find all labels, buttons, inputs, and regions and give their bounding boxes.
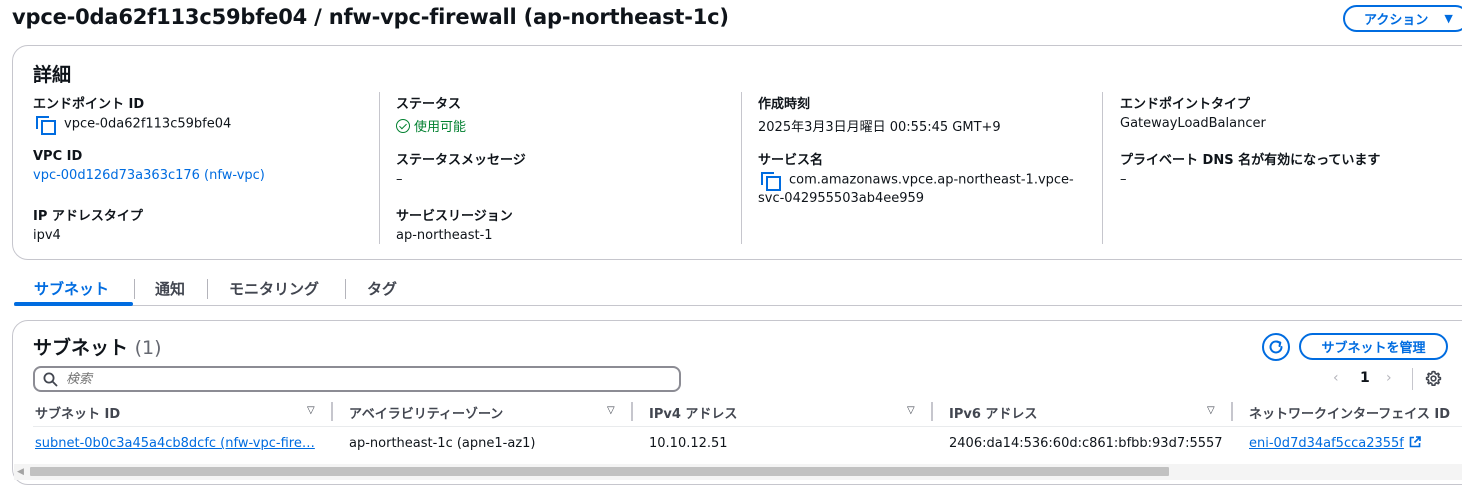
tab-monitoring[interactable]: モニタリング xyxy=(229,278,319,299)
details-heading: 詳細 xyxy=(33,64,72,86)
search-input[interactable] xyxy=(66,371,626,387)
search-box[interactable] xyxy=(33,366,681,392)
tab-notifications[interactable]: 通知 xyxy=(155,278,185,299)
ip-type-field: IP アドレスタイプ ipv4 xyxy=(33,205,143,243)
sort-caret-icon[interactable]: ▽ xyxy=(607,405,615,416)
ipv6-cell: 2406:da14:536:60d:c861:bfbb:93d7:5557 xyxy=(949,436,1223,451)
service-name-value-line2: svc-042955503ab4ee959 xyxy=(758,191,925,206)
manage-subnets-button[interactable]: サブネットを管理 xyxy=(1299,333,1448,360)
tab-separator xyxy=(345,279,346,299)
scroll-left-arrow-icon[interactable]: ◀ xyxy=(17,467,24,477)
search-icon xyxy=(43,372,58,386)
column-resizer[interactable] xyxy=(331,402,333,421)
scrollbar-thumb[interactable] xyxy=(30,467,1169,476)
service-region-label: サービスリージョン xyxy=(396,209,513,224)
column-header-subnet-id[interactable]: サブネット ID xyxy=(35,403,120,422)
status-value: 使用可能 xyxy=(414,120,467,135)
caret-down-icon: ▼ xyxy=(1444,12,1453,25)
column-header-ipv4[interactable]: IPv4 アドレス xyxy=(649,403,737,422)
private-dns-value: – xyxy=(1120,172,1127,187)
horizontal-scrollbar[interactable]: ◀ xyxy=(14,464,1462,480)
private-dns-field: プライベート DNS 名が有効になっています – xyxy=(1120,149,1380,187)
check-circle-icon xyxy=(396,119,410,133)
refresh-button[interactable] xyxy=(1262,333,1290,361)
created-time-field: 作成時刻 2025年3月3日月曜日 00:55:45 GMT+9 xyxy=(758,93,1001,135)
endpoint-id-value: vpce-0da62f113c59bfe04 xyxy=(64,116,232,132)
vpc-id-link[interactable]: vpc-00d126d73a363c176 (nfw-vpc) xyxy=(33,168,265,183)
column-divider xyxy=(379,92,380,244)
actions-dropdown-button[interactable]: アクション ▼ xyxy=(1343,5,1462,32)
endpoint-id-field: エンドポイント ID vpce-0da62f113c59bfe04 xyxy=(33,93,232,135)
created-time-value: 2025年3月3日月曜日 00:55:45 GMT+9 xyxy=(758,120,1001,135)
next-page-icon[interactable]: › xyxy=(1386,370,1392,386)
eni-id-link[interactable]: eni-0d7d34af5cca2355f xyxy=(1249,436,1404,451)
eni-cell: eni-0d7d34af5cca2355f xyxy=(1249,436,1421,451)
service-name-label: サービス名 xyxy=(758,153,824,168)
previous-page-icon[interactable]: ‹ xyxy=(1333,370,1339,386)
endpoint-id-label: エンドポイント ID xyxy=(33,97,145,112)
pager-separator xyxy=(1412,368,1413,390)
column-header-availability-zone[interactable]: アベイラビリティーゾーン xyxy=(349,403,503,422)
tab-bar: サブネット 通知 モニタリング タグ xyxy=(14,272,1462,306)
copy-icon[interactable] xyxy=(36,116,56,135)
status-field: ステータス 使用可能 xyxy=(396,93,466,135)
column-resizer[interactable] xyxy=(931,402,933,421)
vpc-id-field: VPC ID vpc-00d126d73a363c176 (nfw-vpc) xyxy=(33,149,265,183)
external-link-icon[interactable] xyxy=(1409,436,1421,448)
column-resizer[interactable] xyxy=(1231,402,1233,421)
endpoint-type-label: エンドポイントタイプ xyxy=(1120,97,1251,112)
ipv4-cell: 10.10.12.51 xyxy=(649,436,728,451)
created-time-label: 作成時刻 xyxy=(758,97,811,112)
vpc-id-label: VPC ID xyxy=(33,149,83,164)
subnets-count: (1) xyxy=(134,337,162,359)
status-message-label: ステータスメッセージ xyxy=(396,153,526,168)
subnets-heading-label: サブネット xyxy=(33,337,129,359)
service-name-field: サービス名 com.amazonaws.vpce.ap-northeast-1.… xyxy=(758,149,1074,206)
current-page-number[interactable]: 1 xyxy=(1360,370,1370,386)
settings-gear-icon[interactable] xyxy=(1425,370,1442,391)
service-region-field: サービスリージョン ap-northeast-1 xyxy=(396,205,513,243)
sort-caret-icon[interactable]: ▽ xyxy=(307,405,315,416)
active-tab-indicator xyxy=(14,302,133,306)
page-title: vpce-0da62f113c59bfe04 / nfw-vpc-firewal… xyxy=(12,5,729,29)
service-region-value: ap-northeast-1 xyxy=(396,228,493,243)
endpoint-type-field: エンドポイントタイプ GatewayLoadBalancer xyxy=(1120,93,1266,131)
endpoint-type-value: GatewayLoadBalancer xyxy=(1120,116,1266,131)
subnets-heading: サブネット (1) xyxy=(33,333,162,360)
status-message-value: – xyxy=(396,172,403,187)
column-resizer[interactable] xyxy=(631,402,633,421)
subnet-id-link[interactable]: subnet-0b0c3a45a4cb8dcfc (nfw-vpc-fire… xyxy=(35,436,315,451)
tab-subnets[interactable]: サブネット xyxy=(34,278,109,299)
availability-zone-cell: ap-northeast-1c (apne1-az1) xyxy=(349,436,536,451)
refresh-icon xyxy=(1269,340,1283,354)
actions-button-label: アクション xyxy=(1364,13,1429,28)
copy-icon[interactable] xyxy=(761,172,781,191)
column-divider xyxy=(741,92,742,244)
column-header-ipv6[interactable]: IPv6 アドレス xyxy=(949,403,1037,422)
tab-tags[interactable]: タグ xyxy=(367,278,397,299)
private-dns-label: プライベート DNS 名が有効になっています xyxy=(1120,153,1381,168)
status-label: ステータス xyxy=(396,97,462,112)
ip-type-label: IP アドレスタイプ xyxy=(33,209,143,224)
tab-separator xyxy=(134,279,135,299)
column-header-eni-id[interactable]: ネットワークインターフェイス ID xyxy=(1249,403,1450,422)
tab-separator xyxy=(207,279,208,299)
column-divider xyxy=(1102,92,1103,244)
table-divider xyxy=(33,426,1462,427)
sort-caret-icon[interactable]: ▽ xyxy=(1207,405,1215,416)
service-name-value-line1: com.amazonaws.vpce.ap-northeast-1.vpce- xyxy=(789,172,1074,188)
status-message-field: ステータスメッセージ – xyxy=(396,149,526,187)
ip-type-value: ipv4 xyxy=(33,228,61,243)
sort-caret-icon[interactable]: ▽ xyxy=(907,405,915,416)
